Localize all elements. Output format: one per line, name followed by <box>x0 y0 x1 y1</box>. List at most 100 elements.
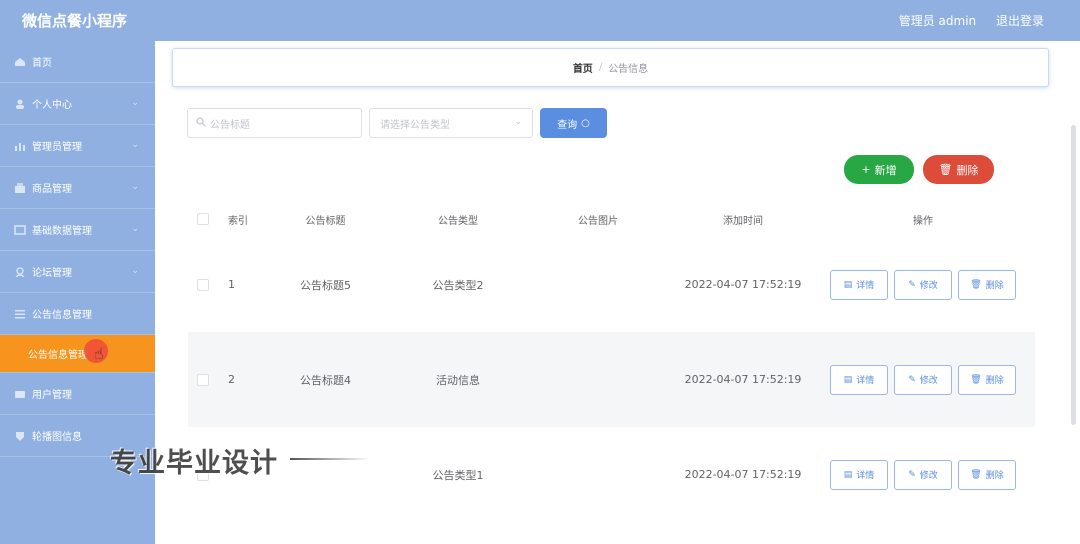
vertical-scrollbar[interactable] <box>1071 125 1076 425</box>
document-icon: ▤ <box>843 279 853 290</box>
sidebar-item-base-data[interactable]: 基础数据管理 ⌄ <box>0 209 155 251</box>
select-all-checkbox[interactable] <box>197 213 209 225</box>
query-label: 查询 <box>557 119 578 131</box>
goods-icon <box>14 182 26 193</box>
delete-label: 删除 <box>985 376 1004 386</box>
sidebar-subitem-notice-manage[interactable]: 公告信息管理 <box>0 335 155 373</box>
edit-button[interactable]: ✎ 修改 <box>894 459 952 490</box>
breadcrumb-separator: / <box>598 62 603 73</box>
watermark-line <box>290 458 370 460</box>
chevron-down-icon: ⌄ <box>131 224 139 234</box>
breadcrumb: 首页 / 公告信息 <box>172 48 1049 87</box>
query-button[interactable]: 查询 ○ <box>540 108 607 138</box>
add-label: 新增 <box>874 163 897 177</box>
header-actions: 操作 <box>913 215 933 227</box>
table-header: 索引 公告标题 公告类型 公告图片 添加时间 操作 <box>188 201 1035 237</box>
sidebar-item-home[interactable]: 首页 <box>0 41 155 83</box>
row-checkbox[interactable] <box>197 373 209 386</box>
chevron-down-icon: ⌄ <box>131 98 139 108</box>
trash-icon: 🗑 <box>970 374 982 385</box>
batch-delete-button[interactable]: 🗑 删除 <box>923 155 994 184</box>
row-index: 1 <box>228 278 235 291</box>
row-time: 2022-04-07 17:52:19 <box>684 468 802 481</box>
document-icon: ▤ <box>843 374 853 385</box>
table-row: 1 公告标题5 公告类型2 2022-04-07 17:52:19 ▤ 详情 ✎ 修… <box>188 237 1035 332</box>
admin-user-label: 管理员 admin <box>898 14 977 28</box>
trash-icon: 🗑 <box>970 279 982 290</box>
edit-label: 修改 <box>919 281 938 291</box>
notice-title-search-input[interactable]: 公告标题 <box>187 108 362 138</box>
row-title: 公告标题4 <box>300 373 351 387</box>
chevron-down-icon: ⌄ <box>131 266 139 276</box>
sidebar-item-label: 商品管理 <box>32 184 72 195</box>
trash-icon: 🗑 <box>970 469 982 480</box>
detail-button[interactable]: ▤ 详情 <box>830 364 888 395</box>
watermark-text: 专业毕业设计 <box>110 448 278 479</box>
list-icon <box>14 309 26 319</box>
pencil-icon: ✎ <box>908 279 916 290</box>
database-icon <box>14 224 26 235</box>
notice-type-select[interactable]: 请选择公告类型 ⌄ <box>369 108 533 138</box>
plus-icon: + <box>861 163 871 176</box>
detail-button[interactable]: ▤ 详情 <box>830 269 888 300</box>
sidebar-item-goods[interactable]: 商品管理 ⌄ <box>0 167 155 209</box>
home-icon <box>14 57 26 67</box>
detail-label: 详情 <box>856 471 875 481</box>
search-icon <box>196 116 206 130</box>
row-checkbox[interactable] <box>197 278 209 291</box>
sidebar-item-admins[interactable]: 管理员管理 ⌄ <box>0 125 155 167</box>
header-image: 公告图片 <box>578 215 618 227</box>
delete-button[interactable]: 🗑 删除 <box>958 459 1016 490</box>
header-title: 公告标题 <box>305 215 346 227</box>
row-type: 公告类型2 <box>432 278 484 292</box>
row-time: 2022-04-07 17:52:19 <box>684 373 802 386</box>
row-time: 2022-04-07 17:52:19 <box>684 278 802 291</box>
chevron-down-icon: ⌄ <box>514 117 522 127</box>
search-placeholder: 公告标题 <box>210 119 250 131</box>
detail-label: 详情 <box>856 376 875 386</box>
pencil-icon: ✎ <box>908 374 916 385</box>
sidebar-item-notice[interactable]: 公告信息管理 <box>0 293 155 335</box>
row-title: 公告标题5 <box>300 278 351 292</box>
hand-cursor-icon: ☝ <box>94 344 104 363</box>
sidebar-item-label: 基础数据管理 <box>32 226 92 237</box>
header-index: 索引 <box>228 215 248 227</box>
sidebar-item-users[interactable]: 用户管理 <box>0 373 155 415</box>
edit-label: 修改 <box>919 376 938 386</box>
sidebar-item-label: 用户管理 <box>32 390 72 401</box>
sidebar-item-label: 管理员管理 <box>32 142 82 153</box>
app-title: 微信点餐小程序 <box>22 12 128 30</box>
delete-button[interactable]: 🗑 删除 <box>958 269 1016 300</box>
trash-icon: 🗑 <box>938 163 953 176</box>
row-index: 2 <box>228 373 235 386</box>
delete-label: 删除 <box>985 281 1004 291</box>
logout-link[interactable]: 退出登录 <box>996 14 1044 28</box>
sidebar-item-label: 论坛管理 <box>32 268 72 279</box>
sidebar-item-forum[interactable]: 论坛管理 ⌄ <box>0 251 155 293</box>
edit-button[interactable]: ✎ 修改 <box>894 269 952 300</box>
add-button[interactable]: + 新增 <box>844 155 914 184</box>
user-icon <box>14 99 26 109</box>
pencil-icon: ✎ <box>908 469 916 480</box>
sidebar-item-label: 首页 <box>32 58 52 69</box>
row-type: 公告类型1 <box>432 468 484 482</box>
sidebar-item-label: 个人中心 <box>32 100 72 111</box>
delete-button[interactable]: 🗑 删除 <box>958 364 1016 395</box>
top-bar: 微信点餐小程序 管理员 admin 退出登录 <box>0 0 1080 41</box>
search-icon: ○ <box>581 117 590 129</box>
breadcrumb-current: 公告信息 <box>608 64 649 75</box>
chevron-down-icon: ⌄ <box>131 140 139 150</box>
breadcrumb-home[interactable]: 首页 <box>573 60 593 75</box>
table-row: 公告类型1 2022-04-07 17:52:19 ▤ 详情 ✎ 修改 🗑 删除 <box>188 427 1035 522</box>
sidebar-item-label: 轮播图信息 <box>32 432 82 443</box>
table-row: 2 公告标题4 活动信息 2022-04-07 17:52:19 ▤ 详情 ✎ 修改… <box>188 332 1035 427</box>
chevron-down-icon: ⌄ <box>131 182 139 192</box>
sidebar-item-label: 公告信息管理 <box>28 350 88 361</box>
header-time: 添加时间 <box>723 215 763 227</box>
sidebar-item-profile[interactable]: 个人中心 ⌄ <box>0 83 155 125</box>
header-type: 公告类型 <box>438 215 478 227</box>
users-icon <box>14 389 26 399</box>
sidebar-item-label: 公告信息管理 <box>32 310 92 321</box>
detail-button[interactable]: ▤ 详情 <box>830 459 888 490</box>
edit-button[interactable]: ✎ 修改 <box>894 364 952 395</box>
